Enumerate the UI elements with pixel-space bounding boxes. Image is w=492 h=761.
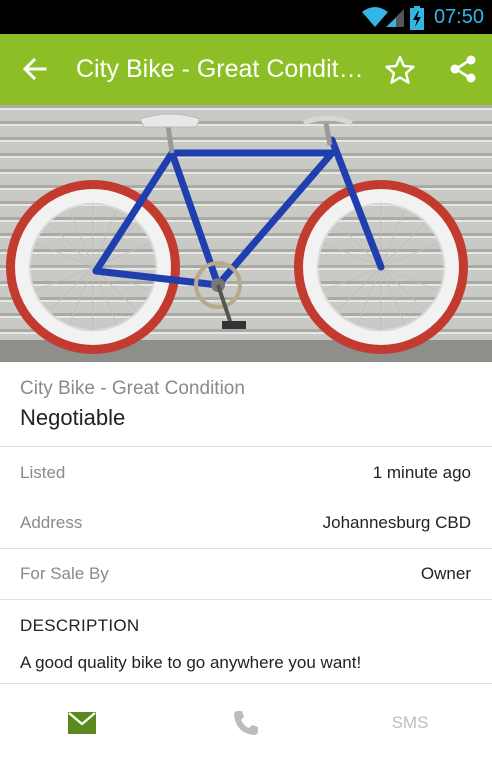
contact-action-bar: SMS — [0, 683, 492, 761]
bicycle-image — [0, 105, 492, 362]
status-bar: 07:50 — [0, 0, 492, 34]
divider — [0, 599, 492, 600]
battery-charging-icon — [410, 6, 424, 30]
detail-value: 1 minute ago — [372, 463, 471, 482]
listing-photo[interactable] — [0, 105, 492, 362]
star-outline-icon[interactable] — [384, 54, 416, 86]
rear-wheel — [6, 180, 180, 354]
detail-value: Johannesburg CBD — [322, 513, 471, 532]
detail-label: Listed — [20, 463, 66, 482]
sms-button[interactable]: SMS — [328, 684, 492, 761]
detail-row-address: Address Johannesburg CBD — [0, 498, 492, 548]
listing-title: City Bike - Great Condition — [20, 378, 245, 399]
detail-value: Owner — [420, 564, 471, 583]
call-button[interactable] — [164, 684, 328, 761]
detail-row-listed: Listed 1 minute ago — [0, 448, 492, 498]
page-title: City Bike - Great Condition — [76, 55, 368, 83]
sms-label: SMS — [391, 713, 429, 732]
clock: 07:50 — [433, 6, 484, 28]
email-icon — [68, 712, 96, 734]
signal-icon — [386, 9, 404, 27]
email-button[interactable] — [0, 684, 164, 761]
detail-label: Address — [20, 513, 83, 532]
detail-row-for-sale-by: For Sale By Owner — [0, 549, 492, 599]
description-text: A good quality bike to go anywhere you w… — [20, 653, 362, 672]
listing-header: City Bike - Great Condition Negotiable — [0, 362, 492, 447]
arrow-back-icon[interactable] — [20, 54, 50, 84]
app-bar: City Bike - Great Condition — [0, 34, 492, 105]
description-heading: DESCRIPTION — [20, 616, 140, 635]
listing-price: Negotiable — [20, 405, 126, 430]
share-icon[interactable] — [448, 54, 478, 84]
phone-icon — [234, 711, 258, 735]
detail-label: For Sale By — [20, 564, 109, 583]
